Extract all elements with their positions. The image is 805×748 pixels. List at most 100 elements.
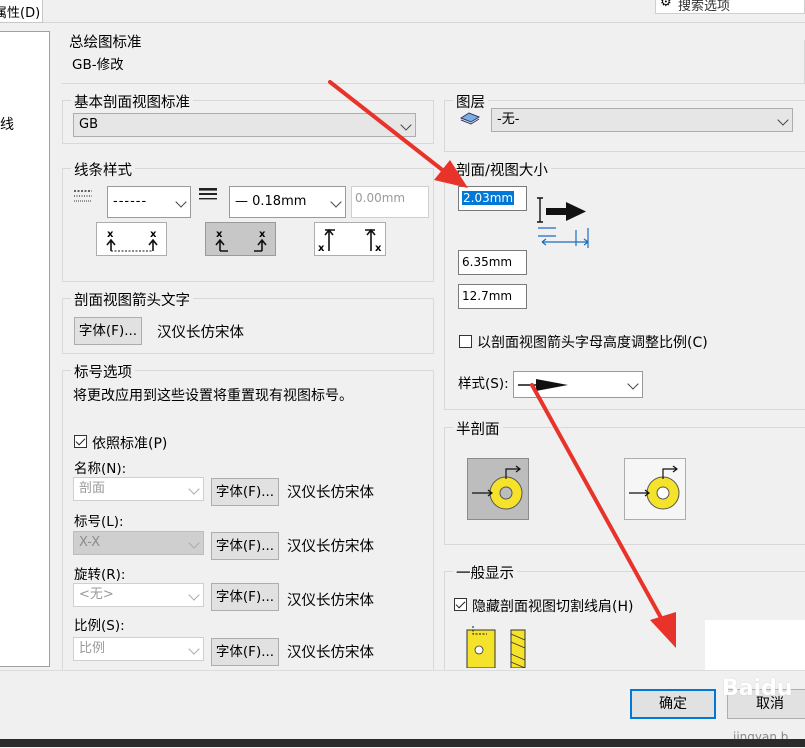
half-section-option-2[interactable] — [624, 458, 686, 520]
size-value-1: 2.03mm — [462, 191, 515, 205]
half-section-option-1[interactable] — [467, 458, 529, 520]
general-standard-value: GB-修改 — [72, 57, 124, 73]
chevron-down-icon — [188, 643, 200, 655]
line-style-value: ------ — [113, 194, 148, 209]
arrow-style-button-1[interactable]: x x — [96, 222, 167, 256]
white-overlay — [705, 620, 805, 670]
chevron-down-icon — [188, 483, 200, 495]
svg-text:x: x — [375, 243, 382, 254]
layer-select[interactable]: -无- — [491, 108, 793, 132]
line-style-title: 线条样式 — [71, 159, 135, 180]
left-tree-pane: 线 — [0, 31, 50, 667]
size-input-1[interactable]: 2.03mm — [458, 186, 527, 211]
rotation-font-button[interactable]: 字体(F)... — [211, 583, 279, 611]
hide-shoulder-label[interactable]: 隐藏剖面视图切割线肩(H) — [472, 596, 633, 616]
hide-shoulder-checkbox[interactable] — [454, 598, 467, 611]
general-standard-title: 总绘图标准 — [69, 35, 142, 51]
scale-select[interactable]: 比例 — [73, 637, 204, 661]
svg-text:x: x — [150, 229, 157, 240]
number-font-button[interactable]: 字体(F)... — [211, 532, 279, 560]
search-options[interactable]: ⚙ 搜索选项 — [655, 0, 805, 14]
label-options-title: 标号选项 — [71, 361, 135, 382]
display-title: 一般显示 — [453, 562, 517, 583]
chevron-down-icon — [175, 196, 187, 208]
custom-thickness-value: 0.00mm — [355, 191, 406, 205]
chevron-down-icon — [400, 119, 412, 131]
follow-standard-label[interactable]: 依照标准(P) — [92, 433, 167, 453]
properties-tab-label: 属性(D) — [0, 6, 41, 21]
scale-by-letter-checkbox[interactable] — [459, 335, 472, 348]
number-value: X-X — [79, 535, 101, 550]
properties-tab[interactable]: 属性(D) — [0, 0, 43, 23]
layer-title: 图层 — [453, 91, 488, 112]
label-options-description: 将更改应用到这些设置将重置现有视图标号。 — [73, 388, 353, 404]
scale-value: 比例 — [79, 641, 106, 656]
name-font-button[interactable]: 字体(F)... — [211, 478, 279, 506]
base-section-value: GB — [79, 117, 98, 132]
half-section-title: 半剖面 — [453, 418, 503, 439]
tree-item-fragment[interactable]: 线 — [0, 114, 14, 134]
chevron-down-icon — [188, 537, 200, 549]
rotation-value: <无> — [79, 587, 114, 602]
line-style-icon — [74, 190, 92, 202]
ok-button[interactable]: 确定 — [630, 689, 716, 719]
arrow-style-2-icon: x x — [215, 229, 267, 252]
svg-text:x: x — [107, 229, 114, 240]
scale-by-letter-label[interactable]: 以剖面视图箭头字母高度调整比例(C) — [477, 332, 708, 352]
arrow-style-select[interactable] — [513, 371, 643, 398]
half-section-1-icon — [472, 465, 523, 510]
custom-thickness-input[interactable]: 0.00mm — [351, 186, 429, 218]
number-font-name: 汉仪长仿宋体 — [287, 539, 374, 555]
style-label: 样式(S): — [458, 376, 509, 392]
shoulder-preview-icon — [466, 626, 526, 668]
arrowhead-icon — [518, 379, 568, 391]
gear-icon: ⚙ — [660, 0, 672, 10]
bottom-edge — [0, 739, 805, 747]
scale-font-name: 汉仪长仿宋体 — [287, 645, 374, 661]
size-value-3: 12.7mm — [462, 289, 513, 303]
chevron-down-icon — [330, 196, 342, 208]
base-section-select[interactable]: GB — [73, 113, 416, 137]
arrow-style-3-icon: x x — [318, 228, 382, 254]
name-label: 名称(N): — [74, 461, 127, 477]
line-style-select[interactable]: ------ — [107, 186, 191, 218]
line-thickness-value: — 0.18mm — [235, 194, 307, 209]
section-size-title: 剖面/视图大小 — [453, 159, 551, 180]
layer-icon — [459, 112, 481, 125]
arrow-style-button-3[interactable]: x x — [314, 222, 386, 256]
line-thickness-icon — [199, 188, 217, 200]
svg-text:x: x — [259, 229, 266, 240]
rotation-select[interactable]: <无> — [73, 583, 204, 607]
arrow-style-button-2[interactable]: x x — [205, 222, 276, 256]
svg-text:x: x — [216, 229, 223, 240]
line-thickness-select[interactable]: — 0.18mm — [229, 186, 346, 218]
name-select[interactable]: 剖面 — [73, 477, 204, 501]
svg-text:x: x — [318, 243, 325, 254]
name-value: 剖面 — [79, 481, 106, 496]
size-input-2[interactable]: 6.35mm — [458, 250, 527, 275]
layer-value: -无- — [497, 112, 520, 127]
follow-standard-checkbox[interactable] — [74, 435, 87, 448]
arrow-style-1-icon: x x — [106, 229, 158, 252]
arrow-text-font-name: 汉仪长仿宋体 — [157, 325, 244, 341]
rotation-font-name: 汉仪长仿宋体 — [287, 593, 374, 609]
base-section-title: 基本剖面视图标准 — [71, 91, 193, 112]
watermark-logo: Baidu — [722, 676, 793, 701]
size-value-2: 6.35mm — [462, 255, 513, 269]
rotation-label: 旋转(R): — [74, 567, 126, 583]
chevron-down-icon — [627, 378, 639, 390]
arrow-text-title: 剖面视图箭头文字 — [71, 289, 193, 310]
general-standard-group: 总绘图标准 GB-修改 — [62, 35, 805, 84]
number-select[interactable]: X-X — [73, 531, 204, 555]
chevron-down-icon — [188, 589, 200, 601]
half-section-2-icon — [629, 465, 680, 510]
size-input-3[interactable]: 12.7mm — [458, 284, 527, 309]
chevron-down-icon — [777, 114, 789, 126]
number-label: 标号(L): — [74, 514, 124, 530]
arrow-size-diagram-icon — [537, 197, 589, 248]
name-font-name: 汉仪长仿宋体 — [287, 485, 374, 501]
scale-font-button[interactable]: 字体(F)... — [211, 638, 279, 666]
search-options-label: 搜索选项 — [678, 0, 731, 14]
scale-label: 比例(S): — [74, 618, 125, 634]
arrow-text-font-button[interactable]: 字体(F)... — [74, 317, 142, 345]
